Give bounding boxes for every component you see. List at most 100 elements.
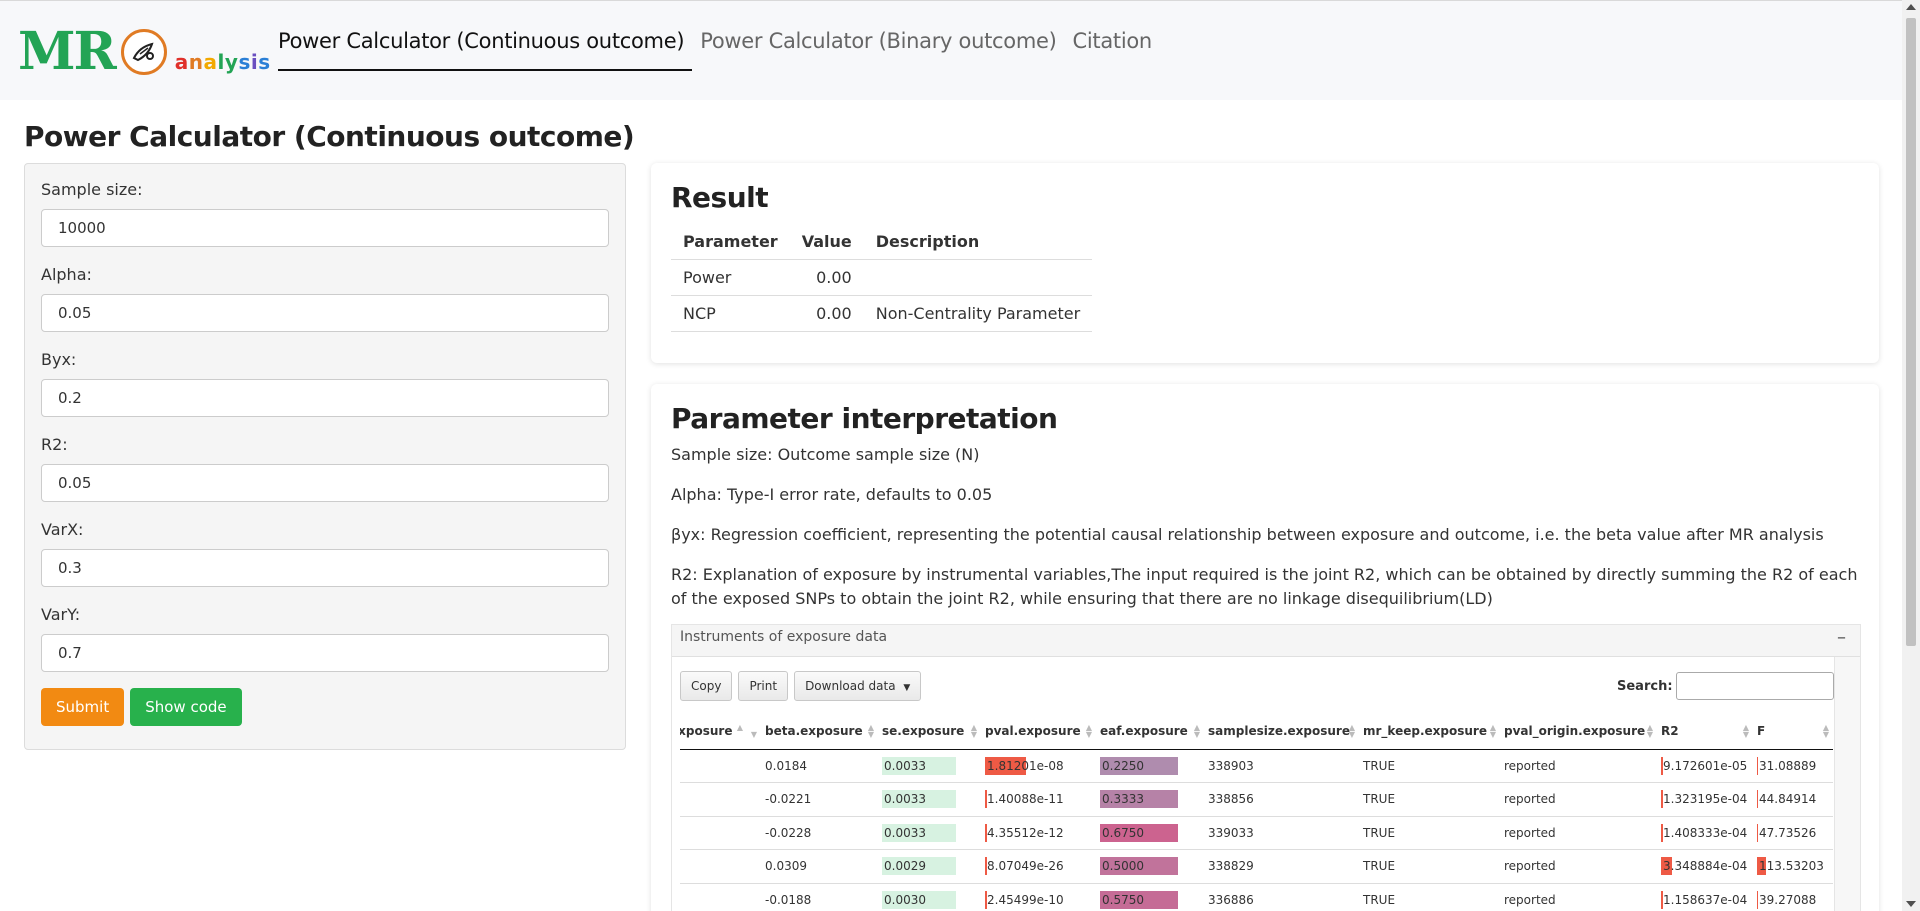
column-header-pval-origin-exposure[interactable]: pval_origin.exposure ▲ ▼ (1500, 713, 1657, 750)
result-header-parameter: Parameter (671, 222, 790, 260)
r2-input[interactable] (41, 464, 609, 502)
cell-value: 1.408333e-04 (1663, 825, 1748, 840)
cell-value: 0.0029 (884, 859, 926, 874)
pval-exposure-cell: 2.45499e-10 (981, 883, 1096, 911)
column-header-label: mr_keep.exposure (1363, 723, 1487, 738)
column-header-eaf-exposure[interactable]: eaf.exposure ▲ ▼ (1096, 713, 1204, 750)
search-input[interactable] (1675, 672, 1834, 700)
byx-label: Byx: (41, 350, 77, 369)
print-button[interactable]: Print (738, 671, 789, 701)
sort-icon: ▲ ▼ (1646, 723, 1653, 739)
scroll-up-icon[interactable] (1906, 4, 1916, 10)
varx-input[interactable] (41, 549, 609, 587)
beta-exposure-cell: 0.0309 (761, 849, 878, 884)
r2-cell: 1.408333e-04 (1657, 816, 1753, 850)
tab-power-binary[interactable]: Power Calculator (Binary outcome) (700, 29, 1064, 71)
search-label: Search: (1617, 678, 1673, 694)
table-row: NCP 0.00 Non-Centrality Parameter (671, 295, 1093, 332)
beta-exposure-cell: -0.0228 (761, 816, 878, 850)
datatable-buttons: Copy Print Download data ▼ (680, 671, 922, 701)
column-header-mr-keep-exposure[interactable]: mr_keep.exposure ▲ ▼ (1359, 713, 1500, 750)
byx-input[interactable] (41, 379, 609, 417)
column-header-label: se.exposure (882, 723, 965, 738)
beta-exposure-cell: -0.0188 (761, 883, 878, 911)
collapse-icon[interactable]: – (1837, 627, 1846, 648)
show-code-button[interactable]: Show code (130, 688, 242, 726)
interpretation-sample-size: Sample size: Outcome sample size (N) (671, 445, 980, 464)
column-header-r2[interactable]: R2 ▲ ▼ (1657, 713, 1753, 750)
cell-value: 0.3333 (1102, 792, 1144, 807)
column-header-samplesize-exposure[interactable]: samplesize.exposure ▲ ▼ (1204, 713, 1359, 750)
download-data-button[interactable]: Download data ▼ (794, 671, 922, 701)
table-row[interactable]: 0.0184 0.0033 1.81201e-08 0.2250 338903 TRUE r… (680, 749, 1833, 783)
cell-value: 0.0033 (884, 825, 926, 840)
column-header-f[interactable]: F ▲ ▼ (1753, 713, 1833, 750)
column-header-label: pval_origin.exposure (1504, 723, 1646, 738)
sample-size-input[interactable] (41, 209, 609, 247)
exposure-cell (680, 782, 761, 817)
table-row[interactable]: -0.0221 0.0033 1.40088e-11 0.3333 338856 TRUE… (680, 782, 1833, 817)
result-title: Result (671, 181, 769, 214)
samplesize-exposure-cell: 336886 (1204, 883, 1359, 911)
cell-value: 1.323195e-04 (1663, 792, 1748, 807)
tab-citation[interactable]: Citation (1073, 29, 1160, 71)
column-header-label: samplesize.exposure (1208, 723, 1350, 738)
vary-label: VarY: (41, 605, 81, 624)
table-row[interactable]: -0.0228 0.0033 4.35512e-12 0.6750 339033 TRUE… (680, 816, 1833, 850)
mr-keep-exposure-cell: TRUE (1359, 816, 1500, 850)
column-header-se-exposure[interactable]: se.exposure ▲ ▼ (878, 713, 981, 750)
pval-origin-exposure-cell: reported (1500, 849, 1657, 884)
column-header-beta-exposure[interactable]: beta.exposure ▲ ▼ (761, 713, 878, 750)
samplesize-exposure-cell: 338829 (1204, 849, 1359, 884)
exposure-cell (680, 816, 761, 850)
table-row[interactable]: 0.0309 0.0029 8.07049e-26 0.5000 338829 TRUE r… (680, 849, 1833, 884)
column-header-pval-exposure[interactable]: pval.exposure ▲ ▼ (981, 713, 1096, 750)
column-header-exposure[interactable]: exposure▲▼ (680, 713, 761, 750)
brand-logo[interactable]: MR analysis (18, 25, 271, 79)
interpretation-card: Parameter interpretation Sample size: Ou… (651, 384, 1879, 911)
result-header-value: Value (789, 222, 864, 260)
sort-icon: ▲ ▼ (1489, 723, 1496, 739)
result-card: Result Parameter Value Description Power… (651, 163, 1879, 363)
r2-cell: 3.348884e-04 (1657, 849, 1753, 884)
pval-origin-exposure-cell: reported (1500, 782, 1657, 817)
form-actions: Submit Show code (41, 688, 609, 726)
result-value: 0.00 (789, 259, 864, 296)
dropdown-caret-icon: ▼ (903, 683, 911, 693)
vary-input[interactable] (41, 634, 609, 672)
download-data-label: Download data (805, 679, 896, 693)
r2-cell: 1.323195e-04 (1657, 782, 1753, 817)
cell-value: 4.35512e-12 (987, 825, 1064, 840)
instruments-title: Instruments of exposure data (680, 629, 888, 645)
column-header-label: pval.exposure (985, 723, 1081, 738)
submit-button[interactable]: Submit (41, 688, 125, 726)
cell-value: 0.0030 (884, 892, 926, 907)
samplesize-exposure-cell: 338856 (1204, 782, 1359, 817)
f-cell: 39.27088 (1753, 883, 1833, 911)
page-scrollbar[interactable] (1902, 0, 1920, 911)
pval-exposure-cell: 1.40088e-11 (981, 782, 1096, 817)
scroll-down-icon[interactable] (1906, 901, 1916, 907)
interpretation-alpha: Alpha: Type-I error rate, defaults to 0.… (671, 485, 993, 504)
cell-value: 0.2250 (1102, 758, 1144, 773)
cell-value: 47.73526 (1759, 825, 1817, 840)
copy-button[interactable]: Copy (680, 671, 733, 701)
sort-icon: ▲ ▼ (1742, 723, 1749, 739)
instruments-scrollbar[interactable] (1834, 657, 1860, 911)
tab-power-continuous[interactable]: Power Calculator (Continuous outcome) (278, 29, 693, 71)
result-param: Power (671, 259, 790, 296)
result-description: Non-Centrality Parameter (863, 295, 1093, 332)
exposure-cell (680, 749, 761, 783)
scrollbar-thumb[interactable] (1906, 18, 1916, 646)
sort-icon: ▲ ▼ (1822, 723, 1829, 739)
result-value: 0.00 (789, 295, 864, 332)
cell-value: 0.0033 (884, 758, 926, 773)
table-row[interactable]: -0.0188 0.0030 2.45499e-10 0.5750 336886 TRUE… (680, 883, 1833, 911)
pval-origin-exposure-cell: reported (1500, 883, 1657, 911)
mr-keep-exposure-cell: TRUE (1359, 849, 1500, 884)
mr-keep-exposure-cell: TRUE (1359, 883, 1500, 911)
alpha-input[interactable] (41, 294, 609, 332)
sort-icon: ▲ ▼ (736, 723, 757, 739)
pval-origin-exposure-cell: reported (1500, 816, 1657, 850)
cell-value: 8.07049e-26 (987, 859, 1064, 874)
